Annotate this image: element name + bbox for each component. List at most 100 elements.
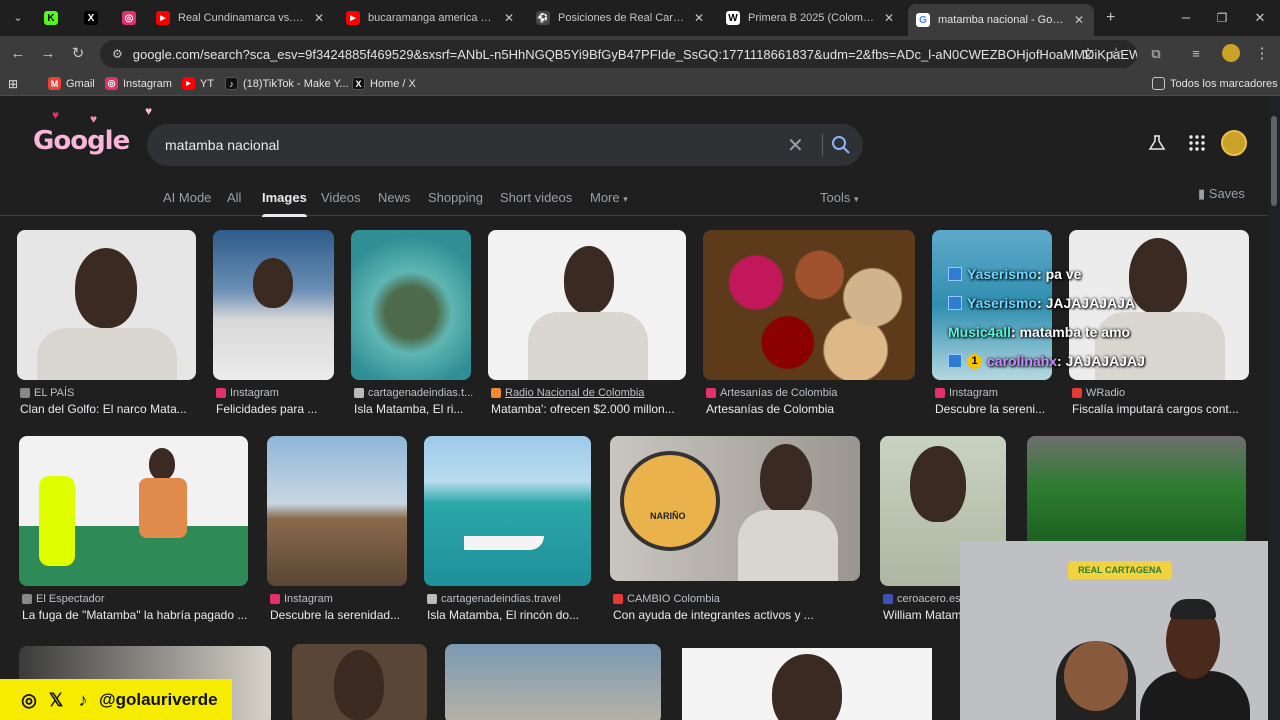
result-thumbnail bbox=[267, 436, 407, 586]
bookmark-label: YT bbox=[200, 77, 215, 90]
search-input[interactable] bbox=[163, 134, 763, 156]
youtube-icon: ▶ bbox=[156, 11, 170, 25]
menu-icon[interactable]: ⋮ bbox=[1252, 44, 1272, 64]
close-icon[interactable]: ✕ bbox=[1072, 13, 1086, 27]
close-icon[interactable]: ✕ bbox=[502, 11, 516, 25]
tab-search-icon[interactable]: ⌄ bbox=[8, 8, 28, 28]
source-favicon bbox=[20, 388, 30, 398]
source-name: cartagenadeindias.t... bbox=[368, 387, 474, 399]
close-icon[interactable]: ✕ bbox=[312, 11, 326, 25]
tab-shopping[interactable]: Shopping bbox=[428, 190, 483, 205]
tab-short-videos[interactable]: Short videos bbox=[500, 190, 572, 205]
result-caption[interactable]: Clan del Golfo: El narco Mata... bbox=[20, 402, 196, 416]
result-thumbnail bbox=[292, 644, 427, 720]
extensions-icon[interactable]: ⧉ bbox=[1146, 44, 1166, 64]
result-caption[interactable]: Matamba': ofrecen $2.000 millon... bbox=[491, 402, 687, 416]
bookmark-yt[interactable]: ▶ YT bbox=[182, 77, 214, 90]
reload-icon[interactable]: ↻ bbox=[68, 44, 88, 64]
bookmark-gmail[interactable]: M Gmail bbox=[48, 77, 95, 90]
bookmark-label: Instagram bbox=[123, 77, 172, 90]
tab-all[interactable]: All bbox=[227, 190, 241, 205]
address-bar[interactable]: ⚙ google.com/search?sca_esv=9f3424885f46… bbox=[100, 40, 1137, 68]
source-name: El Espectador bbox=[36, 593, 105, 605]
back-icon[interactable]: ← bbox=[8, 44, 28, 64]
result-caption[interactable]: Fiscalía imputará cargos cont... bbox=[1072, 402, 1250, 416]
close-icon[interactable]: ✕ bbox=[882, 11, 896, 25]
chat-message: : matamba te amo bbox=[1011, 324, 1131, 340]
browser-tab-youtube-2[interactable]: ▶ bucaramanga america de cali ✕ bbox=[338, 4, 524, 32]
browser-toolbar: ← → ↻ ⚙ google.com/search?sca_esv=9f3424… bbox=[0, 36, 1280, 72]
result-caption[interactable]: La fuga de "Matamba" la habría pagado ..… bbox=[22, 608, 250, 622]
bookmark-x[interactable]: X Home / X bbox=[352, 77, 416, 90]
google-apps-icon[interactable] bbox=[1188, 134, 1206, 152]
x-icon: X bbox=[352, 77, 365, 90]
site-info-icon[interactable]: ⚙ bbox=[112, 47, 123, 61]
result-thumbnail bbox=[1027, 436, 1246, 546]
map-label: NARIÑO bbox=[650, 511, 686, 521]
scrollbar-thumb[interactable] bbox=[1271, 116, 1277, 206]
result-caption[interactable]: Descubre la sereni... bbox=[935, 402, 1053, 416]
profile-avatar[interactable] bbox=[1222, 44, 1240, 62]
google-doodle-logo[interactable]: Google bbox=[33, 126, 130, 156]
new-tab-button[interactable]: + bbox=[1098, 4, 1122, 32]
chat-badge-icon bbox=[948, 354, 962, 368]
close-icon[interactable]: ✕ bbox=[692, 11, 706, 25]
result-caption[interactable]: Isla Matamba, El rincón do... bbox=[427, 608, 592, 622]
bookmark-star-icon[interactable]: ☆ bbox=[1106, 44, 1126, 64]
tab-ai-mode[interactable]: AI Mode bbox=[163, 190, 211, 205]
person-face bbox=[149, 448, 175, 480]
browser-tab-wikipedia[interactable]: W Primera B 2025 (Colombia) - W ✕ bbox=[718, 4, 904, 32]
bookmark-tiktok[interactable]: ♪ (18)TikTok - Make Y... bbox=[225, 77, 349, 90]
tiktok-icon: ♪ bbox=[225, 77, 238, 90]
translate-icon[interactable]: 文 bbox=[1078, 44, 1098, 64]
minimize-icon[interactable]: – bbox=[1176, 8, 1196, 28]
search-tabs: AI Mode All Images Videos News Shopping … bbox=[0, 186, 1280, 217]
bookmarks-bar: ⊞ M Gmail ◎ Instagram ▶ YT ♪ (18)TikTok - Ma… bbox=[0, 72, 1280, 96]
tools-label: Tools bbox=[820, 190, 851, 205]
source-name: WRadio bbox=[1086, 387, 1126, 399]
all-bookmarks-label: Todos los marcadores bbox=[1170, 77, 1278, 90]
tab-videos[interactable]: Videos bbox=[321, 190, 361, 205]
browser-tab-instagram[interactable]: ◎ bbox=[114, 4, 140, 32]
result-caption[interactable]: Con ayuda de integrantes activos y ... bbox=[613, 608, 861, 622]
restore-icon[interactable]: ❐ bbox=[1212, 8, 1232, 28]
browser-tab-youtube-1[interactable]: ▶ Real Cundinamarca vs. Real C ✕ bbox=[148, 4, 334, 32]
chat-line: Yaserismo: pa ve bbox=[948, 266, 1081, 282]
source-name: CAMBIO Colombia bbox=[627, 593, 720, 605]
source-name: Instagram bbox=[949, 387, 998, 399]
chat-user: Yaserismo bbox=[967, 266, 1038, 282]
tools-button[interactable]: Tools ▾ bbox=[820, 190, 859, 205]
browser-tab-x[interactable]: X bbox=[76, 4, 102, 32]
all-bookmarks[interactable]: Todos los marcadores bbox=[1152, 77, 1278, 90]
source-name: Artesanías de Colombia bbox=[720, 387, 838, 399]
person-face bbox=[772, 654, 842, 720]
clear-icon[interactable]: ✕ bbox=[787, 133, 804, 158]
search-icon[interactable] bbox=[829, 133, 853, 157]
browser-tab-kick[interactable]: K bbox=[36, 4, 62, 32]
youtube-icon: ▶ bbox=[346, 11, 360, 25]
tab-news[interactable]: News bbox=[378, 190, 411, 205]
heart-icon: ♥ bbox=[52, 108, 60, 122]
account-avatar[interactable] bbox=[1221, 130, 1247, 156]
window-close-icon[interactable]: ✕ bbox=[1250, 8, 1270, 28]
page-scrollbar[interactable] bbox=[1268, 96, 1280, 720]
result-caption[interactable]: Isla Matamba, El ri... bbox=[354, 402, 472, 416]
labs-flask-icon[interactable] bbox=[1148, 134, 1166, 152]
saves-label: Saves bbox=[1208, 186, 1245, 201]
result-caption[interactable]: Artesanías de Colombia bbox=[706, 402, 916, 416]
result-caption[interactable]: Descubre la serenidad... bbox=[270, 608, 408, 622]
browser-tab-posiciones[interactable]: ⚽ Posiciones de Real Cartagena ✕ bbox=[528, 4, 714, 32]
chat-user: carolinahx bbox=[987, 353, 1058, 369]
tab-title: Posiciones de Real Cartagena bbox=[558, 12, 686, 24]
tab-more[interactable]: More ▾ bbox=[590, 190, 628, 205]
result-caption[interactable]: Felicidades para ... bbox=[216, 402, 334, 416]
tab-images[interactable]: Images bbox=[262, 190, 307, 217]
forward-icon[interactable]: → bbox=[38, 44, 58, 64]
media-controls-icon[interactable]: ≡ bbox=[1186, 44, 1206, 64]
bookmark-instagram[interactable]: ◎ Instagram bbox=[105, 77, 172, 90]
apps-icon[interactable]: ⊞ bbox=[8, 77, 18, 91]
browser-tab-google[interactable]: Gmatamba nacional - Google S ✕ bbox=[908, 4, 1094, 36]
google-icon: G bbox=[916, 13, 930, 27]
saves-button[interactable]: ▮ Saves bbox=[1198, 186, 1245, 202]
more-label: More bbox=[590, 190, 620, 205]
